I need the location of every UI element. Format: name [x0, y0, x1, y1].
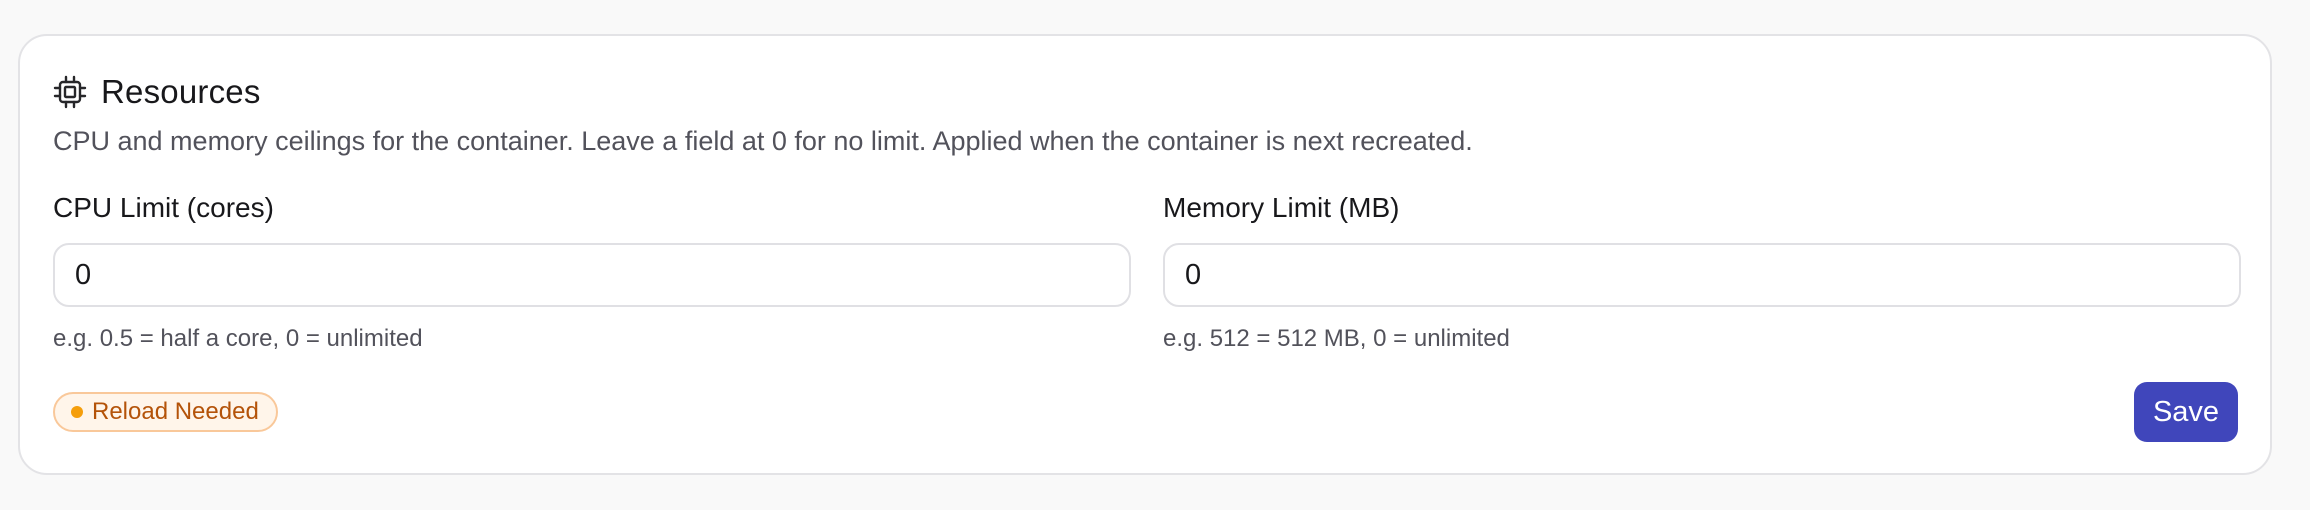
memory-limit-label: Memory Limit (MB) — [1163, 192, 1400, 223]
cpu-chip-icon — [53, 75, 87, 109]
cpu-limit-label: CPU Limit (cores) — [53, 192, 274, 223]
memory-limit-input[interactable] — [1163, 243, 2241, 307]
card-header: Resources — [53, 73, 261, 111]
cpu-limit-field: CPU Limit (cores) e.g. 0.5 = half a core… — [53, 190, 1131, 353]
card-title: Resources — [101, 73, 261, 110]
memory-limit-hint: e.g. 512 = 512 MB, 0 = unlimited — [1163, 325, 1510, 352]
cpu-limit-input[interactable] — [53, 243, 1131, 307]
badge-label: Reload Needed — [92, 398, 259, 425]
memory-limit-field: Memory Limit (MB) e.g. 512 = 512 MB, 0 =… — [1163, 190, 2241, 353]
resources-card: Resources CPU and memory ceilings for th… — [18, 34, 2272, 475]
save-button[interactable]: Save — [2134, 382, 2238, 442]
card-description: CPU and memory ceilings for the containe… — [53, 126, 1473, 156]
reload-needed-badge: Reload Needed — [53, 392, 278, 432]
cpu-limit-hint: e.g. 0.5 = half a core, 0 = unlimited — [53, 325, 423, 352]
status-dot-icon — [71, 406, 83, 418]
